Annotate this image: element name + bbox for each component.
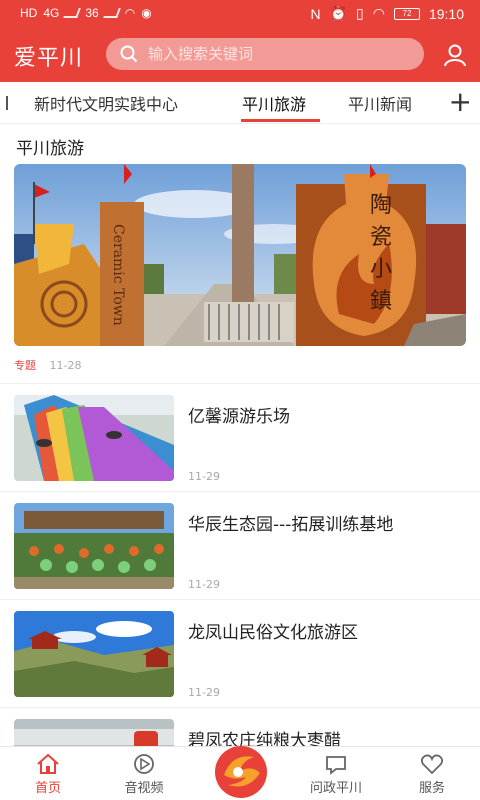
news-title: 龙凤山民俗文化旅游区 (188, 623, 358, 643)
tab-scroll-indicator (6, 96, 8, 110)
nav-service[interactable]: 服务 (392, 753, 472, 796)
nav-center-logo[interactable] (212, 743, 270, 800)
tab-civilization-center[interactable]: 新时代文明实践中心 (34, 91, 178, 115)
featured-image[interactable]: Ceramic Town 陶 瓷 小 鎮 (14, 164, 466, 346)
news-item-amusement-park[interactable]: 亿馨源游乐场 11-29 (0, 383, 480, 491)
news-date: 11-29 (188, 578, 220, 591)
wifi-icon-right: ◠ (372, 5, 385, 21)
tab-pingchuan-travel[interactable]: 平川旅游 (242, 91, 306, 115)
news-thumbnail (14, 611, 174, 697)
signal-icon (63, 8, 82, 18)
nav-home[interactable]: 首页 (8, 753, 88, 796)
vibrate-icon: ▯ (356, 5, 364, 21)
news-item-ecological-park[interactable]: 华辰生态园---拓展训练基地 11-29 (0, 491, 480, 599)
search-input[interactable] (148, 45, 388, 63)
eye-icon: ◉ (141, 6, 152, 20)
channel-tabs: 新时代文明实践中心 平川旅游 平川新闻 + (0, 82, 480, 124)
nav-inquiry-label: 问政平川 (309, 781, 362, 796)
nav-video[interactable]: 音视频 (104, 753, 184, 796)
nav-inquiry[interactable]: 问政平川 (296, 753, 376, 796)
news-thumbnail (14, 503, 174, 589)
message-icon (326, 756, 346, 775)
news-date: 11-29 (188, 470, 220, 483)
battery-icon: 72 (393, 7, 420, 20)
section-title: 平川旅游 (16, 139, 84, 159)
nav-video-label: 音视频 (124, 781, 164, 796)
heart-icon (420, 754, 444, 775)
user-icon[interactable] (442, 42, 468, 68)
network-4g: 4G (43, 6, 60, 20)
clock: 19:10 (428, 5, 464, 22)
ceramic-town-sign: Ceramic Town (110, 224, 126, 326)
active-tab-underline (241, 119, 320, 122)
nfc-icon: N (310, 5, 321, 22)
hd-indicator: HD (20, 6, 38, 20)
sign-char-2: 瓷 (370, 225, 392, 250)
news-item-folk-culture[interactable]: 龙凤山民俗文化旅游区 11-29 (0, 599, 480, 707)
search-bar[interactable] (106, 38, 424, 70)
wifi-icon: ◠ (124, 6, 136, 20)
news-title: 华辰生态园---拓展训练基地 (188, 515, 394, 535)
featured-meta: 专题 11-28 (14, 357, 81, 373)
sign-char-1: 陶 (370, 193, 392, 218)
nav-service-label: 服务 (418, 781, 445, 796)
sign-char-3: 小 (370, 257, 392, 282)
topic-tag: 专题 (14, 359, 36, 372)
bottom-navigation: 首页 音视频 问政平川 服务 (0, 746, 480, 800)
network-3g: 36 (85, 6, 99, 20)
news-thumbnail (14, 395, 174, 481)
signal-icon-2 (102, 8, 121, 18)
top-bar: HD 4G 36 ◠ ◉ N ⏰ ▯ ◠ 72 19:10 爱平川 (0, 0, 480, 82)
alarm-icon: ⏰ (329, 5, 348, 21)
app-title: 爱平川 (14, 46, 84, 71)
logo-icon (215, 746, 267, 798)
home-icon (37, 753, 59, 774)
featured-date: 11-28 (49, 359, 82, 372)
news-title: 亿馨源游乐场 (188, 407, 290, 427)
featured-illustration: Ceramic Town 陶 瓷 小 鎮 (14, 164, 466, 346)
sign-char-4: 鎮 (370, 289, 392, 314)
news-date: 11-29 (188, 686, 220, 699)
status-bar: HD 4G 36 ◠ ◉ N ⏰ ▯ ◠ 72 19:10 (0, 0, 480, 28)
nav-home-label: 首页 (34, 781, 61, 796)
tab-pingchuan-news[interactable]: 平川新闻 (348, 91, 412, 115)
video-icon (134, 754, 154, 774)
search-icon (120, 45, 138, 63)
add-channel-button[interactable]: + (449, 85, 472, 118)
